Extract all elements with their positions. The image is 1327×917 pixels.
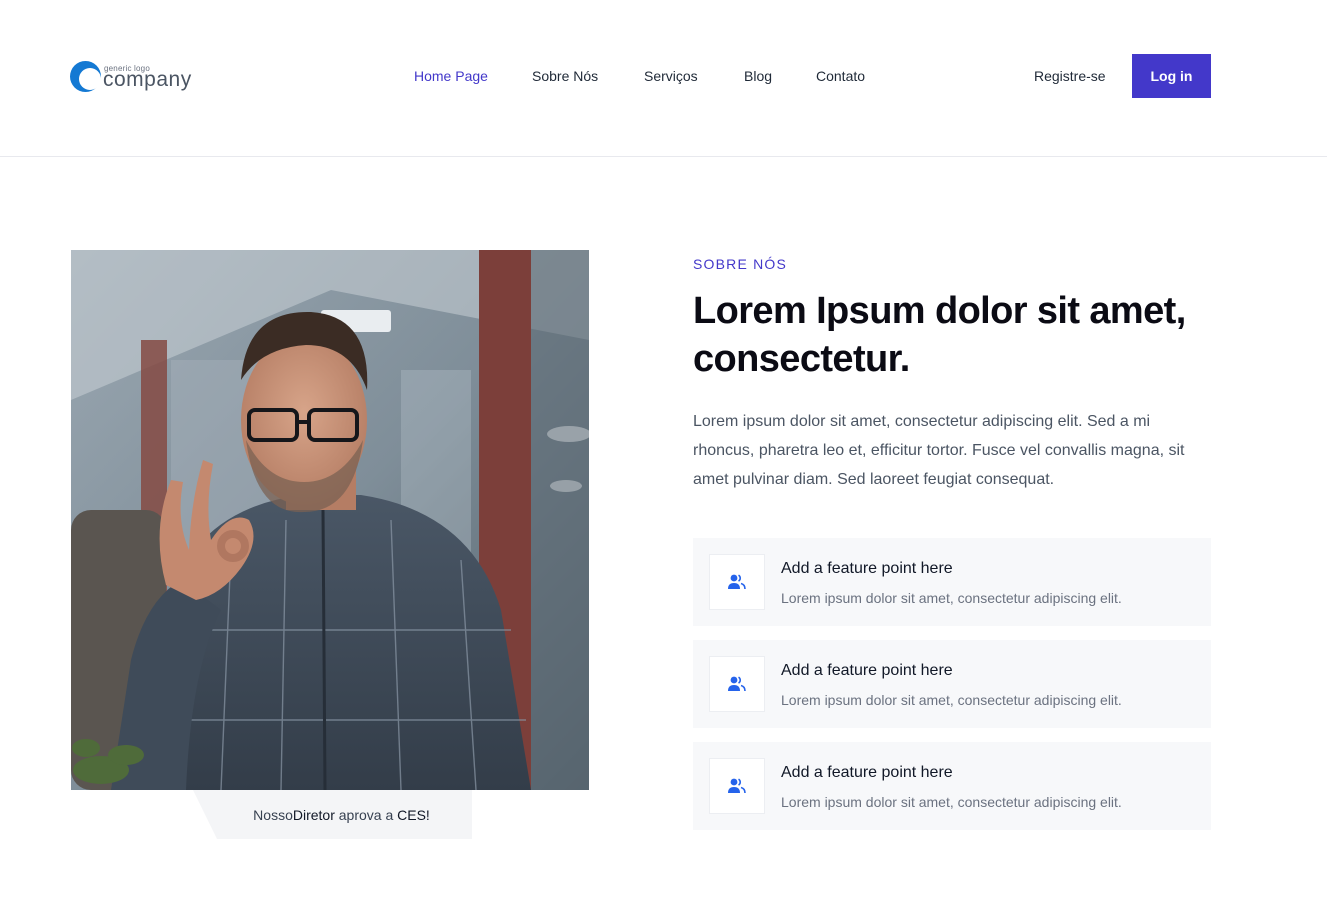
site-header: generic logo company Home Page Sobre Nós… [0, 0, 1327, 157]
section-paragraph: Lorem ipsum dolor sit amet, consectetur … [693, 413, 1185, 488]
nav-item-home[interactable]: Home Page [414, 67, 488, 85]
users-icon [709, 656, 765, 712]
feature-title: Add a feature point here [781, 560, 953, 577]
caption-bold-ces: CES! [397, 806, 430, 823]
nav-item-sobre-nos[interactable]: Sobre Nós [532, 67, 598, 85]
section-eyebrow: SOBRE NÓS [693, 256, 788, 272]
nav-item-servicos[interactable]: Serviços [644, 67, 698, 85]
caption-middle: aprova a [334, 806, 398, 823]
feature-card: Add a feature point here Lorem ipsum dol… [693, 742, 1211, 830]
login-button[interactable]: Log in [1132, 54, 1211, 98]
caption-prefix: Nosso [253, 806, 293, 823]
users-icon [709, 554, 765, 610]
logo-mark-icon [70, 61, 101, 92]
feature-title: Add a feature point here [781, 764, 953, 781]
feature-description: Lorem ipsum dolor sit amet, consectetur … [781, 590, 1122, 606]
feature-description: Lorem ipsum dolor sit amet, consectetur … [781, 692, 1122, 708]
director-photo [71, 250, 589, 790]
photo-caption: Nosso Diretor aprova a CES! [193, 790, 472, 839]
register-link[interactable]: Registre-se [1034, 67, 1106, 85]
section-headline: Lorem Ipsum dolor sit amet, consectetur. [693, 290, 1186, 380]
nav-item-contato[interactable]: Contato [816, 67, 865, 85]
feature-card: Add a feature point here Lorem ipsum dol… [693, 640, 1211, 728]
feature-title: Add a feature point here [781, 662, 953, 679]
logo-wordmark: company [103, 68, 192, 91]
feature-card: Add a feature point here Lorem ipsum dol… [693, 538, 1211, 626]
company-logo[interactable]: generic logo company [70, 60, 200, 94]
caption-bold-director: Diretor [292, 806, 335, 823]
users-icon [709, 758, 765, 814]
feature-description: Lorem ipsum dolor sit amet, consectetur … [781, 794, 1122, 810]
nav-item-blog[interactable]: Blog [744, 67, 772, 85]
